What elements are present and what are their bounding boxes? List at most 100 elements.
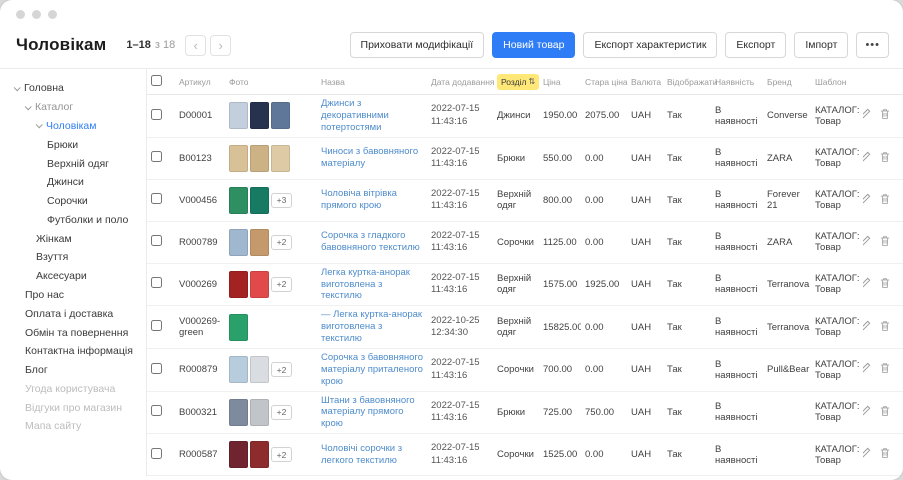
row-checkbox[interactable] [151,151,162,162]
delete-button[interactable] [877,318,893,337]
more-photos-badge[interactable]: +2 [271,362,292,377]
product-thumbnail[interactable] [229,441,248,468]
column-header[interactable]: Дата додавання [427,74,493,90]
product-name-link[interactable]: Штани з бавовняного матеріалу прямого кр… [321,395,423,431]
edit-button[interactable] [863,318,873,337]
sidebar-item[interactable]: Головна [12,79,144,98]
column-header[interactable]: Стара ціна [581,74,627,90]
sidebar-item[interactable]: Футболки и поло [12,210,144,229]
product-thumbnail[interactable] [250,441,269,468]
column-header[interactable]: Валюта [627,74,663,90]
product-name-link[interactable]: Джинси з декоративними потертостями [321,98,423,134]
delete-button[interactable] [877,106,893,125]
hide-modifications-button[interactable]: Приховати модифікації [350,32,485,58]
edit-button[interactable] [863,233,873,252]
product-name-link[interactable]: Чоловічі сорочки з легкого текстилю [321,443,423,467]
column-header[interactable]: Назва [317,74,427,90]
sidebar-item[interactable]: Брюки [12,135,144,154]
product-thumbnail[interactable] [271,102,290,129]
product-thumbnail[interactable] [271,145,290,172]
edit-button[interactable] [863,360,873,379]
edit-button[interactable] [863,275,873,294]
column-header[interactable]: Ціна [539,74,581,90]
sidebar-item[interactable]: Обмін та повернення [12,323,144,342]
more-actions-button[interactable]: ••• [856,32,889,58]
export-characteristics-button[interactable]: Експорт характеристик [583,32,717,58]
more-photos-badge[interactable]: +2 [271,405,292,420]
more-photos-badge[interactable]: +2 [271,277,292,292]
row-checkbox[interactable] [151,448,162,459]
sidebar-item[interactable]: Мапа сайту [12,417,144,436]
product-name-link[interactable]: Чиноси з бавовняного матеріалу [321,146,423,170]
product-thumbnail[interactable] [229,314,248,341]
sidebar-item[interactable]: Взуття [12,248,144,267]
product-thumbnail[interactable] [229,145,248,172]
window-minimize-button[interactable] [32,10,41,19]
delete-button[interactable] [877,275,893,294]
product-thumbnail[interactable] [229,399,248,426]
column-header[interactable]: Фото [225,74,317,90]
delete-button[interactable] [877,191,893,210]
column-header[interactable]: Бренд [763,74,811,90]
sidebar-item[interactable]: Сорочки [12,192,144,211]
import-button[interactable]: Імпорт [794,32,848,58]
sidebar-item[interactable]: Оплата і доставка [12,304,144,323]
column-header[interactable]: Наявність [711,74,763,90]
product-thumbnail[interactable] [250,229,269,256]
sidebar-item[interactable]: Жінкам [12,229,144,248]
edit-button[interactable] [863,191,873,210]
more-photos-badge[interactable]: +3 [271,193,292,208]
sidebar-item[interactable]: Аксесуари [12,267,144,286]
sidebar-item[interactable]: Контактна інформація [12,342,144,361]
product-thumbnail[interactable] [229,187,248,214]
pagination-prev-button[interactable]: ‹ [185,35,206,56]
row-checkbox[interactable] [151,193,162,204]
product-thumbnail[interactable] [250,356,269,383]
more-photos-badge[interactable]: +2 [271,447,292,462]
product-name-link[interactable]: Сорочка з бавовняного матеріалу притален… [321,352,423,388]
pagination-next-button[interactable]: › [210,35,231,56]
product-thumbnail[interactable] [229,102,248,129]
delete-button[interactable] [877,149,893,168]
delete-button[interactable] [877,233,893,252]
product-name-link[interactable]: Чоловіча вітрівка прямого крою [321,188,423,212]
row-checkbox[interactable] [151,405,162,416]
product-thumbnail[interactable] [250,102,269,129]
product-thumbnail[interactable] [229,229,248,256]
product-name-link[interactable]: Легка куртка-анорак виготовлена з тексти… [321,267,423,303]
product-name-link[interactable]: Сорочка з гладкого бавовняного текстилю [321,230,423,254]
row-checkbox[interactable] [151,320,162,331]
new-product-button[interactable]: Новий товар [492,32,575,58]
row-checkbox[interactable] [151,277,162,288]
select-all-checkbox[interactable] [151,75,162,86]
window-close-button[interactable] [16,10,25,19]
delete-button[interactable] [877,403,893,422]
sidebar-item[interactable]: Відгуки про магазин [12,398,144,417]
delete-button[interactable] [877,360,893,379]
sidebar-item[interactable]: Каталог [12,98,144,117]
product-thumbnail[interactable] [250,187,269,214]
export-button[interactable]: Експорт [725,32,786,58]
column-header[interactable]: Артикул [175,74,225,90]
column-header[interactable]: Шаблон [811,74,863,90]
sidebar-item[interactable]: Блог [12,361,144,380]
edit-button[interactable] [863,403,873,422]
sidebar-item[interactable]: Про нас [12,286,144,305]
edit-button[interactable] [863,106,873,125]
product-name-link[interactable]: — Легка куртка-анорак виготовлена з текс… [321,309,423,345]
column-header-sorted[interactable]: Розділ ⇅ [493,71,539,93]
sidebar-item[interactable]: Угода користувача [12,380,144,399]
column-header[interactable]: Відображати [663,74,711,90]
sidebar-item[interactable]: Джинси [12,173,144,192]
product-thumbnail[interactable] [229,356,248,383]
product-thumbnail[interactable] [250,145,269,172]
row-checkbox[interactable] [151,363,162,374]
product-thumbnail[interactable] [229,271,248,298]
edit-button[interactable] [863,149,873,168]
row-checkbox[interactable] [151,235,162,246]
product-thumbnail[interactable] [250,271,269,298]
product-thumbnail[interactable] [250,399,269,426]
more-photos-badge[interactable]: +2 [271,235,292,250]
row-checkbox[interactable] [151,109,162,120]
sidebar-item[interactable]: Чоловікам [12,117,144,136]
